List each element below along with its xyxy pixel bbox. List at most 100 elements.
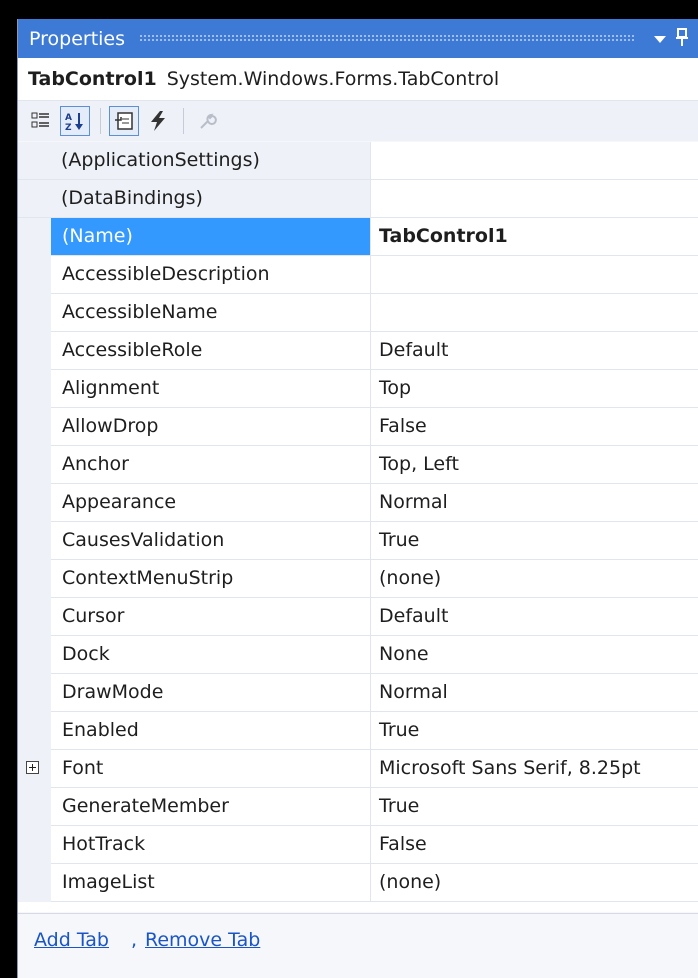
property-row[interactable]: ContextMenuStrip (none) <box>18 560 698 598</box>
categorized-button[interactable] <box>26 106 56 136</box>
row-gutter <box>18 218 51 256</box>
object-type: System.Windows.Forms.TabControl <box>166 68 500 90</box>
add-tab-link[interactable]: Add Tab <box>34 929 109 951</box>
property-row[interactable]: Dock None <box>18 636 698 674</box>
property-row[interactable]: GenerateMember True <box>18 788 698 826</box>
row-gutter <box>18 560 51 598</box>
property-row[interactable]: Anchor Top, Left <box>18 446 698 484</box>
property-row[interactable]: ImageList (none) <box>18 864 698 902</box>
property-name[interactable]: HotTrack <box>51 826 370 864</box>
property-row[interactable]: AccessibleName <box>18 294 698 332</box>
property-name[interactable]: Dock <box>51 636 370 674</box>
property-name[interactable]: Anchor <box>51 446 370 484</box>
row-gutter <box>18 294 51 332</box>
categorized-icon <box>31 112 49 128</box>
property-row[interactable]: (ApplicationSettings) <box>18 142 698 180</box>
property-value[interactable]: True <box>370 712 698 750</box>
property-name[interactable]: Appearance <box>51 484 370 522</box>
properties-icon <box>115 112 133 130</box>
property-value[interactable]: Top <box>370 370 698 408</box>
property-name[interactable]: (Name) <box>51 218 370 256</box>
property-name[interactable]: ImageList <box>51 864 370 902</box>
row-gutter <box>18 484 51 522</box>
title-grip <box>139 34 635 43</box>
property-grid[interactable]: (ApplicationSettings) (DataBindings) (Name… <box>18 142 698 912</box>
row-gutter <box>18 332 51 370</box>
property-row[interactable]: CausesValidation True <box>18 522 698 560</box>
property-name[interactable]: AccessibleDescription <box>51 256 370 294</box>
property-value[interactable] <box>370 294 698 332</box>
svg-text:A: A <box>65 113 72 123</box>
property-name[interactable]: AllowDrop <box>51 408 370 446</box>
row-gutter <box>18 522 51 560</box>
property-value[interactable]: (none) <box>370 864 698 902</box>
row-gutter <box>18 446 51 484</box>
property-row[interactable]: AccessibleRole Default <box>18 332 698 370</box>
property-row[interactable]: Cursor Default <box>18 598 698 636</box>
property-value[interactable]: Top, Left <box>370 446 698 484</box>
row-gutter <box>18 674 51 712</box>
toolbar-separator <box>100 108 101 134</box>
object-name: TabControl1 <box>28 68 157 90</box>
row-gutter <box>18 598 51 636</box>
property-name[interactable]: AccessibleRole <box>51 332 370 370</box>
row-gutter <box>18 826 51 864</box>
svg-text:Z: Z <box>65 123 72 132</box>
property-name[interactable]: Font <box>51 750 370 788</box>
expand-plus-icon[interactable] <box>26 761 39 774</box>
property-pages-button[interactable] <box>192 106 222 136</box>
property-row[interactable]: DrawMode Normal <box>18 674 698 712</box>
property-value[interactable] <box>370 180 698 218</box>
row-gutter <box>18 636 51 674</box>
property-value[interactable]: Normal <box>370 484 698 522</box>
window-title: Properties <box>29 27 126 50</box>
row-gutter <box>18 864 51 902</box>
row-gutter <box>18 788 51 826</box>
property-value[interactable]: (none) <box>370 560 698 598</box>
property-name[interactable]: (ApplicationSettings) <box>18 142 370 180</box>
property-name[interactable]: Alignment <box>51 370 370 408</box>
property-name[interactable]: GenerateMember <box>51 788 370 826</box>
property-row[interactable]: Appearance Normal <box>18 484 698 522</box>
properties-button[interactable] <box>109 106 139 136</box>
property-value[interactable]: Normal <box>370 674 698 712</box>
property-row[interactable]: HotTrack False <box>18 826 698 864</box>
property-name[interactable]: DrawMode <box>51 674 370 712</box>
property-value[interactable]: True <box>370 522 698 560</box>
property-name[interactable]: Enabled <box>51 712 370 750</box>
property-pages-icon <box>200 113 217 129</box>
property-row[interactable]: Font Microsoft Sans Serif, 8.25pt <box>18 750 698 788</box>
toolbar-separator <box>183 108 184 134</box>
property-name[interactable]: ContextMenuStrip <box>51 560 370 598</box>
property-value[interactable]: None <box>370 636 698 674</box>
property-name[interactable]: AccessibleName <box>51 294 370 332</box>
property-value[interactable]: False <box>370 826 698 864</box>
property-value[interactable]: Default <box>370 332 698 370</box>
property-row[interactable]: Enabled True <box>18 712 698 750</box>
triangle-down-icon[interactable] <box>649 29 671 48</box>
property-name[interactable]: (DataBindings) <box>18 180 370 218</box>
commands-pane: Add Tab , Remove Tab <box>18 913 698 978</box>
row-gutter <box>18 256 51 294</box>
property-name[interactable]: CausesValidation <box>51 522 370 560</box>
object-selector[interactable]: TabControl1 System.Windows.Forms.TabCont… <box>18 58 698 101</box>
title-bar[interactable]: Properties <box>18 19 698 58</box>
property-row[interactable]: (DataBindings) <box>18 180 698 218</box>
property-row[interactable]: (Name) TabControl1 <box>18 218 698 256</box>
property-value[interactable] <box>370 142 698 180</box>
property-value[interactable]: Microsoft Sans Serif, 8.25pt <box>370 750 698 788</box>
pin-icon[interactable] <box>671 27 693 50</box>
property-value[interactable]: TabControl1 <box>370 218 698 256</box>
property-value[interactable]: Default <box>370 598 698 636</box>
events-button[interactable] <box>143 106 173 136</box>
remove-tab-link[interactable]: Remove Tab <box>145 929 260 951</box>
property-row[interactable]: AccessibleDescription <box>18 256 698 294</box>
property-row[interactable]: Alignment Top <box>18 370 698 408</box>
property-name[interactable]: Cursor <box>51 598 370 636</box>
property-row[interactable]: AllowDrop False <box>18 408 698 446</box>
alphabetical-button[interactable]: A Z <box>60 106 90 136</box>
command-separator: , <box>131 929 138 951</box>
property-value[interactable] <box>370 256 698 294</box>
property-value[interactable]: False <box>370 408 698 446</box>
property-value[interactable]: True <box>370 788 698 826</box>
